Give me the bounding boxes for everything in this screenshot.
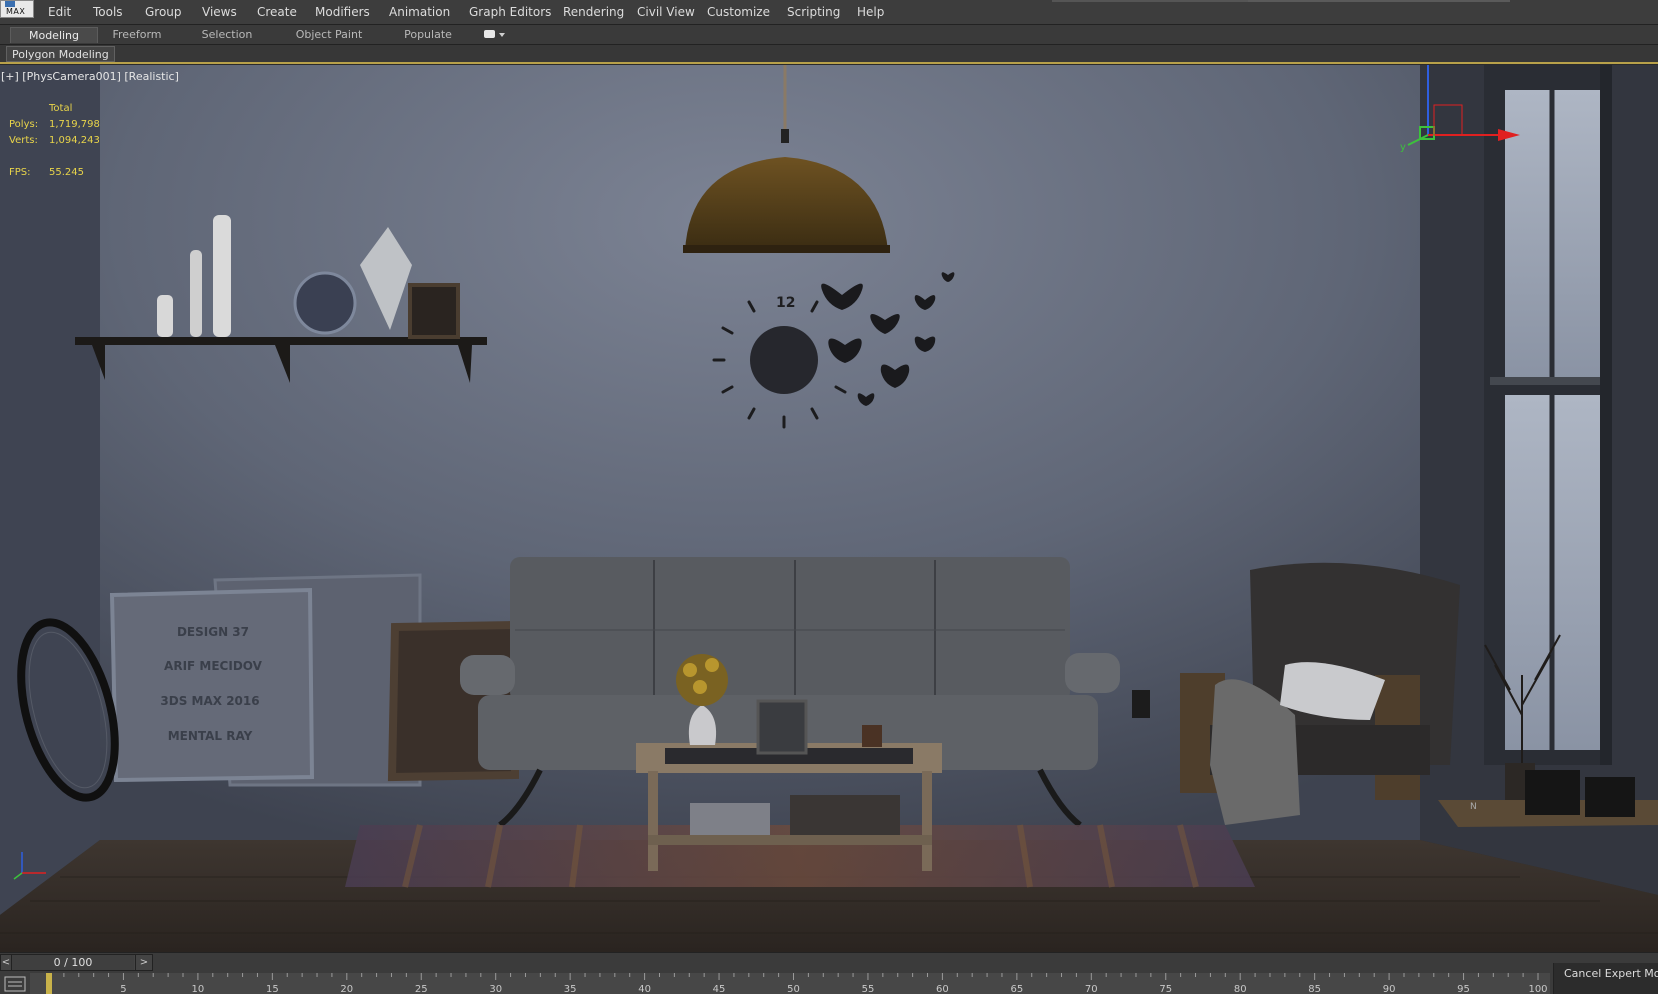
app-logo-text: MAX (6, 7, 26, 16)
tab-modeling[interactable]: Modeling (10, 27, 98, 43)
wall-outlet (1132, 690, 1150, 718)
timeline-tick-label: 35 (564, 984, 577, 994)
stats-verts-value: 1,094,243 (49, 135, 100, 146)
title-strip (1052, 0, 1248, 2)
timeline-tick-label: 65 (1010, 984, 1023, 994)
tab-object-paint[interactable]: Object Paint (280, 27, 378, 43)
camera-icon (484, 30, 495, 38)
ribbon-options-dropdown[interactable] (484, 29, 508, 41)
previous-frame-button[interactable]: < (1, 955, 12, 970)
north-label: N (1470, 802, 1477, 812)
current-frame-marker (46, 973, 52, 994)
timeline-tick-label: 70 (1085, 984, 1098, 994)
timeline-tick-label: 90 (1383, 984, 1396, 994)
menu-civil-view[interactable]: Civil View (637, 5, 695, 19)
polygon-modeling-panel-button[interactable]: Polygon Modeling (6, 46, 115, 62)
timeline-tick-label: 85 (1308, 984, 1321, 994)
tab-selection[interactable]: Selection (190, 27, 264, 43)
stats-verts-label: Verts: (9, 135, 38, 146)
timeline-tick-label: 60 (936, 984, 949, 994)
mini-curve-editor-icon[interactable] (4, 975, 26, 993)
time-slider[interactable]: < 0 / 100 > (0, 954, 153, 971)
speaker (1525, 770, 1580, 815)
svg-text:y: y (1400, 142, 1406, 153)
svg-text:ARIF MECIDOV: ARIF MECIDOV (164, 659, 263, 673)
timeline-tick-label: 30 (489, 984, 502, 994)
time-slider-thumb[interactable]: 0 / 100 (12, 955, 134, 970)
tab-freeform[interactable]: Freeform (100, 27, 174, 43)
menu-views[interactable]: Views (202, 5, 237, 19)
stats-polys-value: 1,719,798 (49, 119, 100, 130)
stats-total-header: Total (49, 103, 73, 114)
menu-animation[interactable]: Animation (389, 5, 450, 19)
menu-graph-editors[interactable]: Graph Editors (469, 5, 551, 19)
ribbon-tab-bar: Modeling Freeform Selection Object Paint… (0, 25, 1658, 45)
ribbon-panel: Polygon Modeling (0, 45, 1658, 64)
next-frame-button[interactable]: > (135, 955, 152, 970)
viewport-label[interactable]: [+] [PhysCamera001] [Realistic] (1, 70, 179, 83)
cancel-expert-mode-button[interactable]: Cancel Expert Mode (1553, 963, 1658, 994)
timeline-tick-label: 100 (1528, 984, 1547, 994)
timeline-tick-label: 45 (713, 984, 726, 994)
svg-text:DESIGN 37: DESIGN 37 (177, 625, 249, 639)
tab-populate[interactable]: Populate (390, 27, 466, 43)
timeline-tick-label: 55 (862, 984, 875, 994)
timeline-tick-label: 50 (787, 984, 800, 994)
timeline-tick-label: 40 (638, 984, 651, 994)
timeline-tick-label: 80 (1234, 984, 1247, 994)
timeline-ruler[interactable]: 5 10 15 20 25 30 35 40 45 50 55 60 65 70 75 80 85 90 95 100 (30, 973, 1550, 994)
menu-group[interactable]: Group (145, 5, 182, 19)
timeline-tick-label: 75 (1159, 984, 1172, 994)
track-bar: < 0 / 100 > 5 10 15 20 25 30 35 40 45 50 55 60 65 70 7… (0, 952, 1658, 994)
timeline-tick-label: 15 (266, 984, 279, 994)
stats-polys-label: Polys: (9, 119, 39, 130)
svg-text:MENTAL RAY: MENTAL RAY (168, 729, 253, 743)
rendered-scene: N 12 DESIGN 37 ARIF MECIDOV 3DS MAX 2016… (0, 65, 1658, 952)
menu-create[interactable]: Create (257, 5, 297, 19)
menu-scripting[interactable]: Scripting (787, 5, 840, 19)
menu-help[interactable]: Help (857, 5, 884, 19)
menu-bar: MAX Edit Tools Group Views Create Modifi… (0, 0, 1658, 25)
menu-rendering[interactable]: Rendering (563, 5, 624, 19)
viewport-physcamera[interactable]: N 12 DESIGN 37 ARIF MECIDOV 3DS MAX 2016… (0, 65, 1658, 952)
speaker (1585, 777, 1635, 817)
timeline-tick-label: 20 (340, 984, 353, 994)
stats-fps-value: 55.245 (49, 167, 84, 178)
title-strip (1248, 0, 1510, 2)
menu-customize[interactable]: Customize (707, 5, 770, 19)
timeline-tick-label: 5 (120, 984, 126, 994)
timeline-tick-label: 25 (415, 984, 428, 994)
stats-fps-label: FPS: (9, 167, 31, 178)
menu-tools[interactable]: Tools (93, 5, 123, 19)
timeline-tick-label: 95 (1457, 984, 1470, 994)
clock-number: 12 (776, 295, 795, 311)
timeline-tick-label: 10 (192, 984, 205, 994)
svg-text:3DS MAX 2016: 3DS MAX 2016 (160, 694, 259, 708)
chevron-down-icon (499, 33, 505, 37)
menu-edit[interactable]: Edit (48, 5, 71, 19)
app-menu-button[interactable]: MAX (0, 0, 34, 18)
menu-modifiers[interactable]: Modifiers (315, 5, 370, 19)
